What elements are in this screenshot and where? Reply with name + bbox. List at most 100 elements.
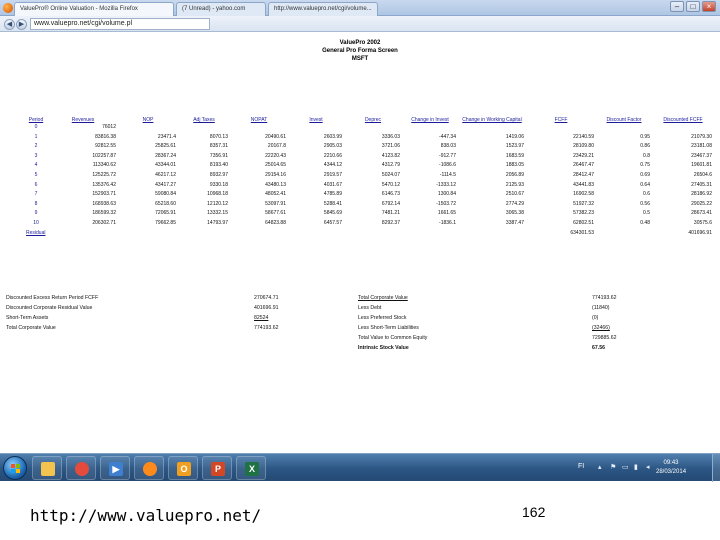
table-cell: 0.5 (643, 210, 650, 217)
back-button[interactable]: ◀ (4, 19, 15, 30)
minimize-button[interactable]: – (670, 1, 684, 12)
table-cell: 206302.71 (92, 219, 116, 226)
table-cell: 2125.93 (505, 181, 524, 188)
report-ticker: MSFT (351, 56, 369, 62)
taskbar-app-button[interactable]: X (236, 456, 266, 480)
table-cell: 8292.37 (381, 219, 400, 226)
maximize-button[interactable]: □ (686, 1, 700, 12)
table-cell: 1300.84 (437, 191, 456, 198)
table-cell: 43344.01 (155, 162, 176, 169)
table-cell (178, 123, 230, 133)
table-cell (230, 229, 288, 239)
table-cell (652, 123, 714, 133)
summary-row: Less Debt (11840) (358, 305, 658, 315)
summary-label: Discounted Corporate Residual Value (6, 305, 93, 311)
table-row: 0 76012 (24, 123, 714, 133)
table-cell: 186599.32 (92, 210, 116, 217)
table-cell: 26504.6 (693, 171, 712, 178)
table-cell: 2603.99 (323, 133, 342, 140)
taskbar-app-button[interactable]: O (168, 456, 198, 480)
table-cell: 0 (34, 124, 38, 130)
table-cell: 0.75 (640, 162, 650, 169)
firefox-icon (3, 3, 13, 13)
table-cell: 62802.51 (573, 219, 594, 226)
table-cell: 48052.41 (265, 191, 286, 198)
table-cell: 2919.57 (323, 171, 342, 178)
forward-button[interactable]: ▶ (16, 19, 27, 30)
col-header-deprec: Deprec (364, 117, 382, 123)
table-cell: 53097.91 (265, 200, 286, 207)
table-cell: 30575.6 (693, 219, 712, 226)
pro-forma-table: Period Revenues NOP Adj Taxes NOPAT Inve… (24, 103, 714, 238)
display-icon[interactable]: ▭ (622, 464, 629, 471)
col-header-nop: NOP (142, 117, 154, 123)
col-header-invest: Invest (309, 117, 323, 123)
taskbar-app-button[interactable]: ▶ (100, 456, 130, 480)
table-cell (526, 123, 596, 133)
table-cell (48, 229, 118, 239)
tab-valuepro-volume[interactable]: http://www.valuepro.net/cgi/volume... (268, 2, 378, 16)
report-subtitle: General Pro Forma Screen (322, 48, 398, 54)
table-body: 0 76012 1 83816.38 23471.4 8070.13 20490.61 260… (24, 123, 714, 238)
table-cell: 22220.43 (265, 152, 286, 159)
table-cell: 5470.12 (381, 181, 400, 188)
table-cell: 634301.53 (570, 229, 594, 236)
col-header-period: Period (28, 117, 44, 123)
table-cell: -1333.12 (436, 181, 456, 188)
table-row: 9 186599.32 72065.91 13332.15 58677.61 5845.6… (24, 209, 714, 219)
table-row: 8 168938.63 65218.60 12120.12 53097.91 5288.4… (24, 200, 714, 210)
summary-value: 401696.91 (254, 305, 279, 311)
summary-value: 774193.62 (592, 295, 617, 301)
table-cell: 0.56 (640, 200, 650, 207)
table-cell: 46217.12 (155, 171, 176, 178)
table-cell: 2056.89 (505, 171, 524, 178)
tab-valuepro[interactable]: ValuePro® Online Valuation - Mozilla Fir… (14, 2, 174, 16)
table-row: 1 83816.38 23471.4 8070.13 20490.61 2603.99 33… (24, 133, 714, 143)
table-cell: 4031.67 (323, 181, 342, 188)
clock-time: 09:43 (663, 460, 679, 466)
report-header: ValuePro 2002 General Pro Forma Screen M… (0, 39, 720, 63)
taskbar-app-button[interactable] (134, 456, 164, 480)
table-cell: 0.64 (640, 181, 650, 188)
table-cell: 0.95 (640, 133, 650, 140)
start-button[interactable] (3, 456, 27, 480)
table-cell: 10 (33, 219, 39, 226)
close-button[interactable]: × (702, 1, 716, 12)
volume-icon[interactable]: ◂ (646, 464, 653, 471)
show-hidden-icons-icon[interactable]: ▴ (598, 464, 605, 471)
table-cell (344, 229, 402, 239)
flag-icon[interactable]: ⚑ (610, 464, 617, 471)
clock[interactable]: 09:43 28/03/2014 (656, 459, 686, 477)
table-cell: 65218.60 (155, 200, 176, 207)
table-cell: 6457.57 (323, 219, 342, 226)
table-cell: 59080.84 (155, 191, 176, 198)
url-bar[interactable]: www.valuepro.net/cgi/volume.pl (30, 18, 210, 30)
summary-value: (11840) (592, 305, 610, 311)
table-cell (230, 123, 288, 133)
media-player-icon: ▶ (109, 462, 123, 476)
tab-yahoo[interactable]: (7 Unread) - yahoo.com (176, 2, 266, 16)
table-cell: 2510.67 (505, 191, 524, 198)
summary-row: Discounted Corporate Residual Value 4016… (6, 305, 326, 315)
summary-label: Intrinsic Stock Value (358, 345, 409, 351)
summary-value: (0) (592, 315, 599, 321)
table-cell: 1683.59 (505, 152, 524, 159)
table-cell: 4344.12 (323, 162, 342, 169)
taskbar-app-button[interactable] (66, 456, 96, 480)
taskbar-app-button[interactable] (32, 456, 62, 480)
summary-label: Less Debt (358, 305, 382, 311)
taskbar-app-button[interactable]: P (202, 456, 232, 480)
table-cell: 2 (34, 143, 38, 150)
table-row: Residual 634301.53 401696.91 (24, 229, 714, 239)
network-icon[interactable]: ▮ (634, 464, 641, 471)
language-indicator[interactable]: FI (578, 463, 584, 470)
table-cell: 79662.85 (155, 219, 176, 226)
summary-row: Total Corporate Value 774193.62 (358, 295, 658, 305)
footer-url: http://www.valuepro.net/ (30, 506, 262, 525)
table-cell: 8 (34, 200, 38, 207)
show-desktop-button[interactable] (712, 454, 720, 482)
table-header-row: Period Revenues NOP Adj Taxes NOPAT Inve… (24, 103, 714, 123)
table-cell: 113340.62 (92, 162, 116, 169)
table-cell: 0.48 (640, 219, 650, 226)
outlook-icon: O (177, 462, 191, 476)
